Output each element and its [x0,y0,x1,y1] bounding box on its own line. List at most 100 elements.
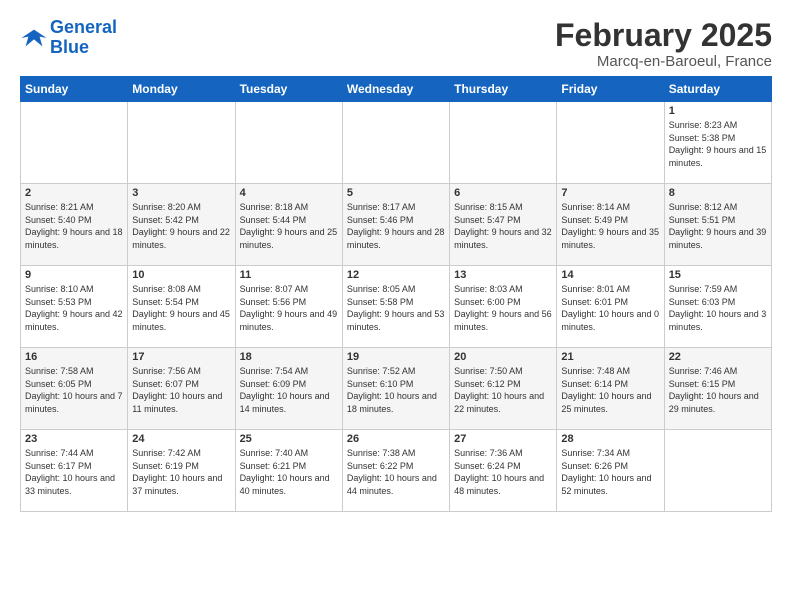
day-info: Sunrise: 8:10 AM Sunset: 5:53 PM Dayligh… [25,283,123,333]
logo-icon [20,24,48,52]
day-info: Sunrise: 7:38 AM Sunset: 6:22 PM Dayligh… [347,447,445,497]
day-number: 27 [454,433,552,445]
day-number: 28 [561,433,659,445]
col-friday: Friday [557,77,664,102]
logo: General Blue [20,18,117,58]
day-number: 25 [240,433,338,445]
col-wednesday: Wednesday [342,77,449,102]
table-row: 18 Sunrise: 7:54 AM Sunset: 6:09 PM Dayli… [235,348,342,430]
col-saturday: Saturday [664,77,771,102]
day-number: 22 [669,351,767,363]
day-info: Sunrise: 7:42 AM Sunset: 6:19 PM Dayligh… [132,447,230,497]
day-info: Sunrise: 8:07 AM Sunset: 5:56 PM Dayligh… [240,283,338,333]
table-row: 11 Sunrise: 8:07 AM Sunset: 5:56 PM Dayli… [235,266,342,348]
day-info: Sunrise: 8:12 AM Sunset: 5:51 PM Dayligh… [669,201,767,251]
week-row: 9 Sunrise: 8:10 AM Sunset: 5:53 PM Daylig… [21,266,772,348]
table-row: 26 Sunrise: 7:38 AM Sunset: 6:22 PM Dayli… [342,430,449,512]
day-info: Sunrise: 7:48 AM Sunset: 6:14 PM Dayligh… [561,365,659,415]
calendar-title: February 2025 [555,18,772,53]
table-row: 20Sunrise: 7:50 AM Sunset: 6:12 PM Dayli… [450,348,557,430]
table-row: 27 Sunrise: 7:36 AM Sunset: 6:24 PM Dayli… [450,430,557,512]
title-block: February 2025 Marcq-en-Baroeul, France [555,18,772,70]
day-number: 14 [561,269,659,281]
table-row: 10 Sunrise: 8:08 AM Sunset: 5:54 PM Dayli… [128,266,235,348]
day-number: 21 [561,351,659,363]
table-row: 9 Sunrise: 8:10 AM Sunset: 5:53 PM Daylig… [21,266,128,348]
header-row: Sunday Monday Tuesday Wednesday Thursday… [21,77,772,102]
week-row: 2 Sunrise: 8:21 AM Sunset: 5:40 PM Daylig… [21,184,772,266]
table-row [664,430,771,512]
day-info: Sunrise: 7:44 AM Sunset: 6:17 PM Dayligh… [25,447,123,497]
table-row [342,102,449,184]
day-info: Sunrise: 7:46 AM Sunset: 6:15 PM Dayligh… [669,365,767,415]
table-row: 28 Sunrise: 7:34 AM Sunset: 6:26 PM Dayli… [557,430,664,512]
day-number: 9 [25,269,123,281]
day-info: Sunrise: 8:05 AM Sunset: 5:58 PM Dayligh… [347,283,445,333]
table-row: 4 Sunrise: 8:18 AM Sunset: 5:44 PM Daylig… [235,184,342,266]
calendar-table: Sunday Monday Tuesday Wednesday Thursday… [20,76,772,512]
day-info: Sunrise: 8:20 AM Sunset: 5:42 PM Dayligh… [132,201,230,251]
table-row: 19Sunrise: 7:52 AM Sunset: 6:10 PM Dayli… [342,348,449,430]
day-info: Sunrise: 8:21 AM Sunset: 5:40 PM Dayligh… [25,201,123,251]
day-number: 3 [132,187,230,199]
table-row: 5Sunrise: 8:17 AM Sunset: 5:46 PM Daylig… [342,184,449,266]
table-row: 16 Sunrise: 7:58 AM Sunset: 6:05 PM Dayli… [21,348,128,430]
day-info: Sunrise: 7:58 AM Sunset: 6:05 PM Dayligh… [25,365,123,415]
table-row: 25 Sunrise: 7:40 AM Sunset: 6:21 PM Dayli… [235,430,342,512]
day-info: Sunrise: 7:54 AM Sunset: 6:09 PM Dayligh… [240,365,338,415]
col-monday: Monday [128,77,235,102]
day-info: Sunrise: 7:40 AM Sunset: 6:21 PM Dayligh… [240,447,338,497]
table-row: 2 Sunrise: 8:21 AM Sunset: 5:40 PM Daylig… [21,184,128,266]
day-number: 26 [347,433,445,445]
table-row [235,102,342,184]
table-row: 1 Sunrise: 8:23 AM Sunset: 5:38 PM Daylig… [664,102,771,184]
table-row: 3 Sunrise: 8:20 AM Sunset: 5:42 PM Daylig… [128,184,235,266]
day-number: 4 [240,187,338,199]
day-number: 5 [347,187,445,199]
day-info: Sunrise: 8:18 AM Sunset: 5:44 PM Dayligh… [240,201,338,251]
table-row: 21 Sunrise: 7:48 AM Sunset: 6:14 PM Dayli… [557,348,664,430]
table-row: 13 Sunrise: 8:03 AM Sunset: 6:00 PM Dayli… [450,266,557,348]
table-row: 22 Sunrise: 7:46 AM Sunset: 6:15 PM Dayli… [664,348,771,430]
day-info: Sunrise: 7:59 AM Sunset: 6:03 PM Dayligh… [669,283,767,333]
day-info: Sunrise: 7:56 AM Sunset: 6:07 PM Dayligh… [132,365,230,415]
col-thursday: Thursday [450,77,557,102]
day-info: Sunrise: 8:14 AM Sunset: 5:49 PM Dayligh… [561,201,659,251]
day-number: 6 [454,187,552,199]
table-row: 7 Sunrise: 8:14 AM Sunset: 5:49 PM Daylig… [557,184,664,266]
day-info: Sunrise: 7:34 AM Sunset: 6:26 PM Dayligh… [561,447,659,497]
table-row [557,102,664,184]
day-number: 10 [132,269,230,281]
table-row: 23 Sunrise: 7:44 AM Sunset: 6:17 PM Dayli… [21,430,128,512]
day-number: 24 [132,433,230,445]
table-row: 15 Sunrise: 7:59 AM Sunset: 6:03 PM Dayli… [664,266,771,348]
day-info: Sunrise: 8:08 AM Sunset: 5:54 PM Dayligh… [132,283,230,333]
day-number: 23 [25,433,123,445]
day-number: 13 [454,269,552,281]
day-info: Sunrise: 8:23 AM Sunset: 5:38 PM Dayligh… [669,119,767,169]
day-number: 12 [347,269,445,281]
day-number: 15 [669,269,767,281]
day-number: 1 [669,105,767,117]
table-row [128,102,235,184]
day-number: 18 [240,351,338,363]
day-number: 2 [25,187,123,199]
table-row: 17 Sunrise: 7:56 AM Sunset: 6:07 PM Dayli… [128,348,235,430]
header: General Blue February 2025 Marcq-en-Baro… [20,18,772,70]
table-row [21,102,128,184]
day-number: 11 [240,269,338,281]
table-row: 12 Sunrise: 8:05 AM Sunset: 5:58 PM Dayli… [342,266,449,348]
day-info: Sunrise: 8:03 AM Sunset: 6:00 PM Dayligh… [454,283,552,333]
week-row: 16 Sunrise: 7:58 AM Sunset: 6:05 PM Dayli… [21,348,772,430]
day-info: Sunrise: 7:36 AM Sunset: 6:24 PM Dayligh… [454,447,552,497]
col-sunday: Sunday [21,77,128,102]
day-number: 17 [132,351,230,363]
logo-text: General Blue [50,18,117,58]
table-row: 24 Sunrise: 7:42 AM Sunset: 6:19 PM Dayli… [128,430,235,512]
day-number: 16 [25,351,123,363]
week-row: 23 Sunrise: 7:44 AM Sunset: 6:17 PM Dayli… [21,430,772,512]
day-number: 8 [669,187,767,199]
day-number: 7 [561,187,659,199]
day-info: Sunrise: 8:15 AM Sunset: 5:47 PM Dayligh… [454,201,552,251]
day-number: 20 [454,351,552,363]
